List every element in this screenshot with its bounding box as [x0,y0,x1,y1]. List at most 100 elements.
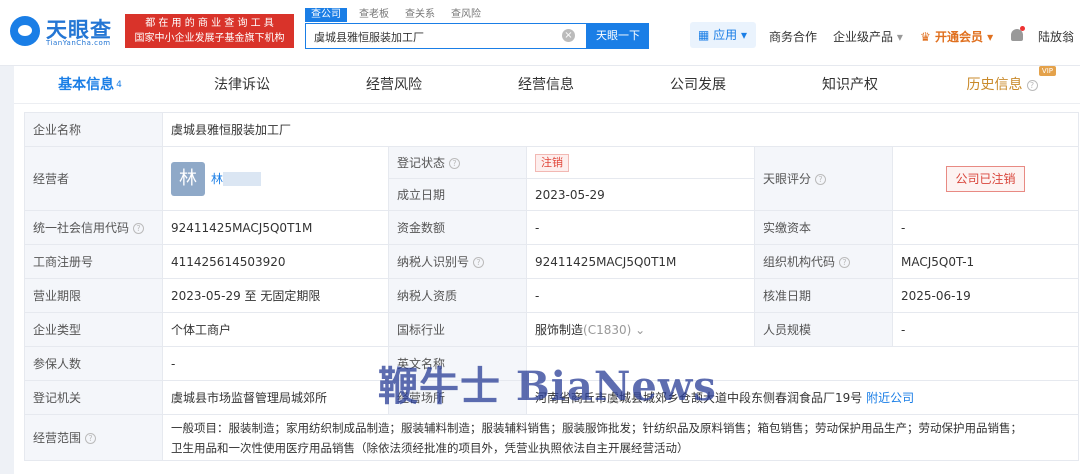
search-tab-relation[interactable]: 查关系 [405,8,435,22]
authority-label: 登记机关 [24,380,163,415]
score-label: 天眼评分? [754,146,893,211]
tab-basic-info[interactable]: 基本信息 4 [14,66,166,103]
logo-eye-icon [10,16,40,46]
app-menu-label: 应用 [713,28,738,42]
chevron-down-icon: ⌄ [635,323,646,337]
insured-label: 参保人数 [24,346,163,381]
tab-history-label: 历史信息 [966,77,1023,93]
taxpayer-id-label-text: 纳税人识别号 [397,255,470,269]
help-icon[interactable]: ? [473,257,485,268]
deregistered-stamp: 公司已注销 [946,165,1025,192]
paid-capital-label: 实缴资本 [754,210,893,245]
operator-label: 经营者 [24,146,163,211]
help-icon[interactable]: ? [1026,79,1038,91]
tianyancha-logo[interactable]: 天眼查 TianYanCha.com [10,14,122,50]
org-code-label: 组织机构代码? [754,244,893,279]
nav-business-cooperation[interactable]: 商务合作 [769,28,817,45]
app-menu-button[interactable]: ▦ 应用 ▾ [690,22,756,48]
top-bar: 天眼查 TianYanCha.com 都 在 用 的 商 业 查 询 工 具 国… [0,0,1080,66]
capital: - [526,210,755,245]
slogan-banner: 都 在 用 的 商 业 查 询 工 具 国家中小企业发展子基金旗下机构 [125,14,294,48]
insured: - [162,346,389,381]
tab-ip[interactable]: 知识产权 [774,66,926,103]
nearby-companies-link[interactable]: 附近公司 [866,391,914,405]
biz-reg-no: 411425614503920 [162,244,389,279]
credit-code-label-text: 统一社会信用代码 [33,221,130,235]
tab-basic-info-count: 4 [116,80,122,90]
help-icon[interactable]: ? [815,174,827,185]
industry: 服饰制造 [535,323,584,337]
tab-development[interactable]: 公司发展 [622,66,774,103]
search-tab-risk[interactable]: 查风险 [451,8,481,22]
company-name-label: 企业名称 [24,112,163,147]
approve-date: 2025-06-19 [892,278,1079,313]
nav-open-vip[interactable]: ♛ 开通会员 ▾ [920,28,993,45]
nav-enterprise-products-label: 企业级产品 [833,30,894,44]
scope-line-2: 卫生用品和一次性使用医疗用品销售（除依法须经批准的项目外，凭营业执照依法自主开展… [171,440,689,455]
reg-status-label: 登记状态? [388,146,527,179]
vip-badge: VIP [1038,66,1056,76]
avatar[interactable]: 林 [171,161,205,196]
capital-label: 资金数额 [388,210,527,245]
company-name: 虞城县雅恒服装加工厂 [162,112,1079,147]
chevron-down-icon: ▾ [987,30,994,44]
search-type-tabs: 查公司 查老板 查关系 查风险 [305,8,497,22]
tab-basic-info-label: 基本信息 [58,77,115,93]
credit-code: 92411425MACJ5Q0T1M [162,210,389,245]
crown-icon: ♛ [920,30,931,44]
tab-legal[interactable]: 法律诉讼 [166,66,318,103]
scope-cell: 一般项目：服装制造；家用纺织制成品制造；服装辅料制造；服装辅料销售；服装服饰批发… [162,414,1079,461]
blurred-name [223,171,262,186]
table-row: 营业期限 2023-05-29 至 无固定期限 纳税人资质 - 核准日期 202… [24,278,1079,313]
detail-tabs: 基本信息 4 法律诉讼 经营风险 经营信息 公司发展 知识产权 历史信息? VIP [14,66,1080,104]
chevron-down-icon: ▾ [896,30,903,44]
score-cell: 公司已注销 [892,146,1079,211]
biz-reg-no-label: 工商注册号 [24,244,163,279]
brand-domain: TianYanCha.com [46,39,111,47]
tab-operation[interactable]: 经营信息 [470,66,622,103]
staff-size: - [892,312,1079,347]
industry-cell[interactable]: 服饰制造(C1830) ⌄ [526,312,755,347]
search-tab-company[interactable]: 查公司 [305,8,347,22]
operator-name[interactable]: 林 [211,170,223,187]
search-input[interactable]: 虞城县雅恒服装加工厂 [305,23,587,49]
table-row: 工商注册号 411425614503920 纳税人识别号? 92411425MA… [24,244,1079,279]
term-label: 营业期限 [24,278,163,313]
grid-icon: ▦ [698,28,710,42]
nav-open-vip-label: 开通会员 [934,30,983,44]
type-label: 企业类型 [24,312,163,347]
search-tab-boss[interactable]: 查老板 [359,8,389,22]
org-code-label-text: 组织机构代码 [763,255,836,269]
search-button[interactable]: 天眼一下 [587,23,649,49]
found-date-label: 成立日期 [388,178,527,211]
taxpayer-id: 92411425MACJ5Q0T1M [526,244,755,279]
tab-history[interactable]: 历史信息? VIP [926,66,1078,103]
taxpayer-qual-label: 纳税人资质 [388,278,527,313]
term: 2023-05-29 至 无固定期限 [162,278,389,313]
table-row: 经营者 林林 登记状态? 注销 天眼评分? 公司已注销 [24,146,1079,211]
company-info-card: 基本信息 4 法律诉讼 经营风险 经营信息 公司发展 知识产权 历史信息? VIP … [14,66,1080,474]
clear-icon[interactable]: × [562,29,575,42]
help-icon[interactable]: ? [839,257,851,268]
user-name[interactable]: 陆放翁 [1038,28,1074,45]
paid-capital: - [892,210,1079,245]
operator-cell: 林林 [162,146,389,211]
type: 个体工商户 [162,312,389,347]
help-icon[interactable]: ? [85,433,97,444]
score-label-text: 天眼评分 [763,172,812,186]
credit-code-label: 统一社会信用代码? [24,210,163,245]
status-badge: 注销 [535,153,569,172]
help-icon[interactable]: ? [449,158,461,169]
slogan-line-2: 国家中小企业发展子基金旗下机构 [134,33,285,44]
help-icon[interactable]: ? [133,223,145,234]
industry-label: 国标行业 [388,312,527,347]
tab-risk[interactable]: 经营风险 [318,66,470,103]
nav-enterprise-products[interactable]: 企业级产品 ▾ [833,28,903,45]
staff-size-label: 人员规模 [754,312,893,347]
reg-status-label-text: 登记状态 [397,156,446,170]
scope-label: 经营范围? [24,414,163,461]
approve-date-label: 核准日期 [754,278,893,313]
found-date: 2023-05-29 [526,178,755,211]
taxpayer-qual: - [526,278,755,313]
scope-label-text: 经营范围 [33,431,82,445]
